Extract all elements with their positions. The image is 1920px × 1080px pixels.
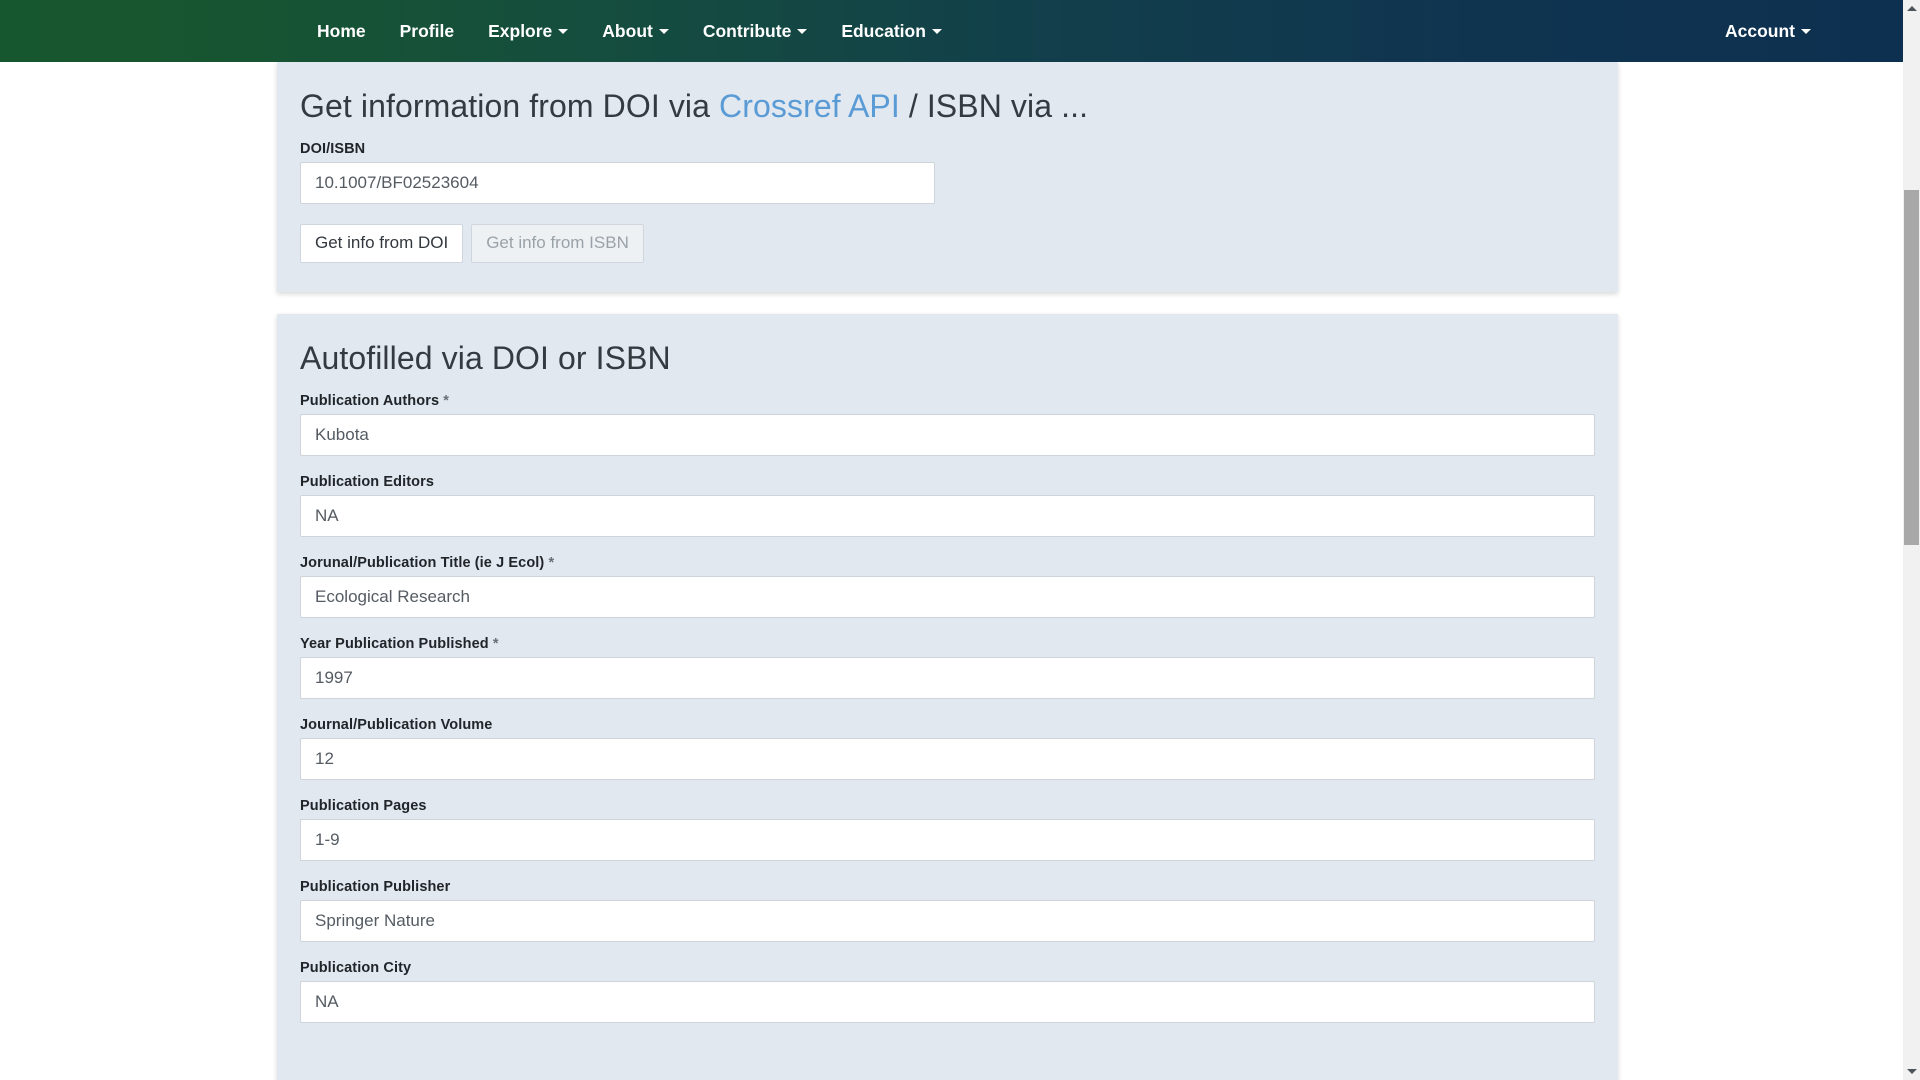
page-content: Get information from DOI via Crossref AP… [0,62,1903,1080]
scroll-down-arrow-icon[interactable] [1903,1063,1920,1080]
navbar-right-group: Account [1708,0,1828,62]
input-journal-publication-volume[interactable] [300,738,1595,780]
chevron-down-icon [797,29,807,34]
doi-card-title-prefix: Get information from DOI via [300,88,719,124]
label-publication-publisher: Publication Publisher [300,879,1595,895]
nav-item-education[interactable]: Education [824,0,959,62]
input-publication-city[interactable] [300,981,1595,1023]
doi-button-row: Get info from DOI Get info from ISBN [300,224,1595,263]
nav-item-label: Explore [488,0,552,62]
nav-item-about[interactable]: About [585,0,686,62]
nav-item-account-label: Account [1725,0,1795,62]
field-group-publication-editors: Publication Editors [300,474,1595,537]
autofilled-fields-list: Publication Authors * Publication Editors… [300,393,1595,1023]
scrollbar-thumb[interactable] [1904,190,1919,545]
label-publication-pages: Publication Pages [300,798,1595,814]
crossref-api-link[interactable]: Crossref API [719,88,900,124]
input-publication-pages[interactable] [300,819,1595,861]
chevron-down-icon [659,29,669,34]
nav-item-explore[interactable]: Explore [471,0,585,62]
input-publication-publisher[interactable] [300,900,1595,942]
nav-item-label: Home [317,0,366,62]
field-group-publication-city: Publication City [300,960,1595,1023]
nav-item-home[interactable]: Home [300,0,383,62]
nav-item-contribute[interactable]: Contribute [686,0,824,62]
input-publication-editors[interactable] [300,495,1595,537]
autofilled-card: Autofilled via DOI or ISBN Publication A… [277,314,1618,1080]
nav-item-label: Education [841,0,926,62]
field-group-publication-authors: Publication Authors * [300,393,1595,456]
page-scrollbar[interactable] [1903,0,1920,1080]
input-publication-authors[interactable] [300,414,1595,456]
label-publication-authors: Publication Authors * [300,393,1595,409]
nav-item-label: About [602,0,653,62]
required-marker: * [439,393,449,409]
input-jorunal-publication-title-ie-j-ecol[interactable] [300,576,1595,618]
autofilled-card-title: Autofilled via DOI or ISBN [300,340,1595,377]
field-group-journal-publication-volume: Journal/Publication Volume [300,717,1595,780]
label-publication-editors: Publication Editors [300,474,1595,490]
nav-item-profile[interactable]: Profile [383,0,471,62]
required-marker: * [489,636,499,652]
scroll-up-arrow-icon[interactable] [1903,0,1920,17]
chevron-down-icon [932,29,942,34]
doi-card-title: Get information from DOI via Crossref AP… [300,88,1595,125]
get-info-from-isbn-button[interactable]: Get info from ISBN [471,224,644,263]
field-group-publication-publisher: Publication Publisher [300,879,1595,942]
nav-item-label: Profile [400,0,454,62]
field-group-publication-pages: Publication Pages [300,798,1595,861]
nav-item-label: Contribute [703,0,791,62]
label-jorunal-publication-title-ie-j-ecol: Jorunal/Publication Title (ie J Ecol) * [300,555,1595,571]
field-group-year-publication-published: Year Publication Published * [300,636,1595,699]
label-year-publication-published: Year Publication Published * [300,636,1595,652]
chevron-down-icon [1801,29,1811,34]
input-year-publication-published[interactable] [300,657,1595,699]
doi-card-title-suffix: / ISBN via ... [900,88,1088,124]
doi-field-group: DOI/ISBN [300,141,935,204]
label-publication-city: Publication City [300,960,1595,976]
field-group-jorunal-publication-title-ie-j-ecol: Jorunal/Publication Title (ie J Ecol) * [300,555,1595,618]
nav-item-account[interactable]: Account [1708,0,1828,62]
main-navbar: Home Profile Explore About Contribute Educati… [0,0,1903,62]
label-journal-publication-volume: Journal/Publication Volume [300,717,1595,733]
doi-isbn-input[interactable] [300,162,935,204]
navbar-left-group: Home Profile Explore About Contribute Educati… [300,0,959,62]
doi-input-label: DOI/ISBN [300,141,935,157]
get-info-from-doi-button[interactable]: Get info from DOI [300,224,463,263]
page-root: Home Profile Explore About Contribute Educati… [0,0,1920,1080]
required-marker: * [544,555,554,571]
doi-lookup-card: Get information from DOI via Crossref AP… [277,62,1618,292]
chevron-down-icon [558,29,568,34]
